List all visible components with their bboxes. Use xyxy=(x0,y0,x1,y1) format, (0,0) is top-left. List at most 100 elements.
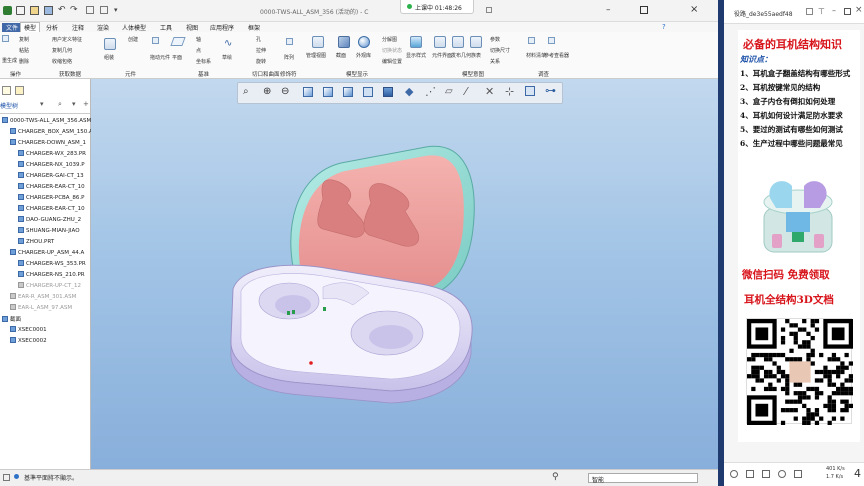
save-icon[interactable] xyxy=(44,6,53,15)
help-icon[interactable]: ? xyxy=(662,23,666,31)
page-icon[interactable] xyxy=(806,8,813,15)
drag-component-icon[interactable] xyxy=(152,37,159,44)
ribbon-item-toggle-status[interactable]: 切换状态 xyxy=(382,47,402,54)
redo-icon[interactable]: ↷ xyxy=(70,5,78,15)
ribbon-item-display-style[interactable]: 显示样式 xyxy=(406,52,426,59)
ribbon-item-drag[interactable]: 拖动元件 xyxy=(150,54,170,61)
ribbon-item-revolve[interactable]: 旋转 xyxy=(256,58,266,65)
ribbon-item-bom[interactable]: 材料清单 xyxy=(526,52,546,59)
network-view-icon[interactable]: ⊶ xyxy=(545,84,556,97)
view-manager-icon[interactable] xyxy=(363,87,373,97)
repaint-icon[interactable] xyxy=(303,87,313,97)
tree-item[interactable]: DAO-GUANG-ZHU_2 xyxy=(18,216,81,223)
selection-filter[interactable]: 智能 xyxy=(588,473,698,484)
tray-icon-d[interactable] xyxy=(778,470,786,478)
pattern-icon[interactable] xyxy=(286,38,293,45)
plane-icon[interactable] xyxy=(170,37,186,46)
ribbon-item-point[interactable]: 点 xyxy=(196,47,201,54)
side-close-icon[interactable]: × xyxy=(855,5,863,15)
zoom-in-icon[interactable]: ⊕ xyxy=(263,86,271,97)
tab-model[interactable]: 模型 xyxy=(20,22,41,32)
minimize-icon[interactable]: – xyxy=(606,5,611,15)
open-folder-icon[interactable] xyxy=(30,6,39,15)
graphics-viewport[interactable]: ⌕ ⊕ ⊖ ◆ ⋰ ▱ ⁄ ✕ ⊹ ⊶ xyxy=(91,79,718,469)
ribbon-item-manage-views[interactable]: 管理视图 xyxy=(306,52,326,59)
tab-annotate[interactable]: 注释 xyxy=(72,23,84,32)
tab-applications[interactable]: 应用程序 xyxy=(210,23,234,32)
tab-view[interactable]: 视图 xyxy=(186,23,198,32)
ribbon-item-relations[interactable]: 关系 xyxy=(490,58,500,65)
spin-center-icon[interactable]: ⊹ xyxy=(505,85,514,98)
tree-item[interactable]: CHARGER-UP_ASM_44.A xyxy=(10,249,84,256)
tree-item[interactable]: 截面 xyxy=(2,315,21,323)
tray-icon-c[interactable] xyxy=(762,470,770,478)
ribbon-item-section[interactable]: 截面 xyxy=(336,52,346,59)
notification-count[interactable]: 4 xyxy=(854,467,861,480)
perspective-icon[interactable]: ◆ xyxy=(405,85,413,98)
ribbon-item-family-table[interactable]: 族表 xyxy=(471,52,481,59)
ribbon-item-plane[interactable]: 平面 xyxy=(172,54,182,61)
bom-icon[interactable] xyxy=(528,37,535,44)
ribbon-item-copy[interactable]: 复制 xyxy=(19,36,29,43)
tab-framework[interactable]: 框架 xyxy=(248,23,260,32)
tree-item[interactable]: CHARGER-NS_210.PR xyxy=(18,271,85,278)
side-minimize-icon[interactable]: – xyxy=(832,6,836,15)
ribbon-item-explode[interactable]: 分解图 xyxy=(382,36,397,43)
csys-icon[interactable]: ✕ xyxy=(485,85,494,98)
reference-viewer-icon[interactable] xyxy=(548,37,555,44)
tree-item[interactable]: CHARGER-WX_283.PR xyxy=(18,150,86,157)
tray-icon-b[interactable] xyxy=(746,470,754,478)
tree-item[interactable]: XSEC0002 xyxy=(10,337,47,344)
tab-manikin[interactable]: 人体模型 xyxy=(122,23,146,32)
tree-item[interactable]: SHUANG-MIAN-JIAO xyxy=(18,227,80,234)
tree-item[interactable]: 0000-TWS-ALL_ASM_356.ASM xyxy=(2,117,91,124)
tab-analysis[interactable]: 分析 xyxy=(46,23,58,32)
sketch-icon[interactable]: ∿ xyxy=(224,38,232,49)
tree-item[interactable]: EAR-L_ASM_97.ASM xyxy=(10,304,72,311)
ribbon-item-copy-geom[interactable]: 复制几何 xyxy=(52,47,72,54)
close-icon[interactable]: × xyxy=(690,4,698,15)
tree-item[interactable]: CHARGER-NX_1039.P xyxy=(18,161,85,168)
zoom-out-icon[interactable]: ⊖ xyxy=(281,86,289,97)
tree-item[interactable]: EAR-R_ASM_301.ASM xyxy=(10,293,76,300)
datum-planes-icon[interactable]: ⋰ xyxy=(425,85,436,98)
tab-tools[interactable]: 工具 xyxy=(160,23,172,32)
datum-axes-icon[interactable]: ▱ xyxy=(445,86,453,97)
assemble-icon[interactable] xyxy=(104,38,116,50)
tree-item[interactable]: ZHOU.PRT xyxy=(18,238,54,245)
status-toggle-icon[interactable] xyxy=(3,474,10,481)
ribbon-item-pattern[interactable]: 阵列 xyxy=(284,54,294,61)
ribbon-item-component-interface[interactable]: 元件界面 xyxy=(432,52,452,59)
file-menu-button[interactable]: 文件 xyxy=(2,23,23,32)
ribbon-item-shrinkwrap[interactable]: 收缩包络 xyxy=(52,58,72,65)
ribbon-item-assemble[interactable]: 组装 xyxy=(104,54,114,61)
appearance-icon[interactable] xyxy=(358,36,370,48)
new-file-icon[interactable] xyxy=(16,6,25,15)
ribbon-item-udf[interactable]: 用户定义特征 xyxy=(52,36,82,43)
manage-views-icon[interactable] xyxy=(312,36,324,48)
tree-item[interactable]: CHARGER_BOX_ASM_150.AS xyxy=(10,128,96,135)
ribbon-item-axis[interactable]: 轴 xyxy=(196,36,201,43)
ribbon-item-hole[interactable]: 孔 xyxy=(256,36,261,43)
family-table-icon[interactable] xyxy=(470,36,482,48)
ribbon-item-paste[interactable]: 粘贴 xyxy=(19,47,29,54)
datum-points-icon[interactable]: ⁄ xyxy=(465,85,467,98)
ribbon-item-reference-viewer[interactable]: 参考查看器 xyxy=(544,52,569,59)
publish-geometry-icon[interactable] xyxy=(452,36,464,48)
annotation-display-icon[interactable] xyxy=(525,86,535,96)
ribbon-item-edit-position[interactable]: 编辑位置 xyxy=(382,58,402,65)
display-style-icon[interactable] xyxy=(410,36,422,48)
tree-item[interactable]: XSEC0001 xyxy=(10,326,47,333)
ribbon-item-extrude[interactable]: 拉伸 xyxy=(256,47,266,54)
ribbon-item-switch-dimensions[interactable]: 切换尺寸 xyxy=(490,47,510,54)
section-icon[interactable] xyxy=(338,36,350,48)
maximize-icon[interactable] xyxy=(640,6,648,14)
regenerate-icon[interactable] xyxy=(86,6,94,14)
tree-item[interactable]: CHARGER-UP-CT_12 xyxy=(18,282,81,289)
reorient-icon[interactable] xyxy=(323,87,333,97)
quick-access-dropdown-icon[interactable]: ▾ xyxy=(114,6,118,14)
tree-item[interactable]: CHARGER-EAR-CT_10 xyxy=(18,205,85,212)
ribbon-item-regenerate[interactable]: 重生成 xyxy=(2,57,17,64)
tree-item[interactable]: CHARGER-PCBA_86.P xyxy=(18,194,84,201)
regenerate-big-icon[interactable] xyxy=(2,35,9,42)
